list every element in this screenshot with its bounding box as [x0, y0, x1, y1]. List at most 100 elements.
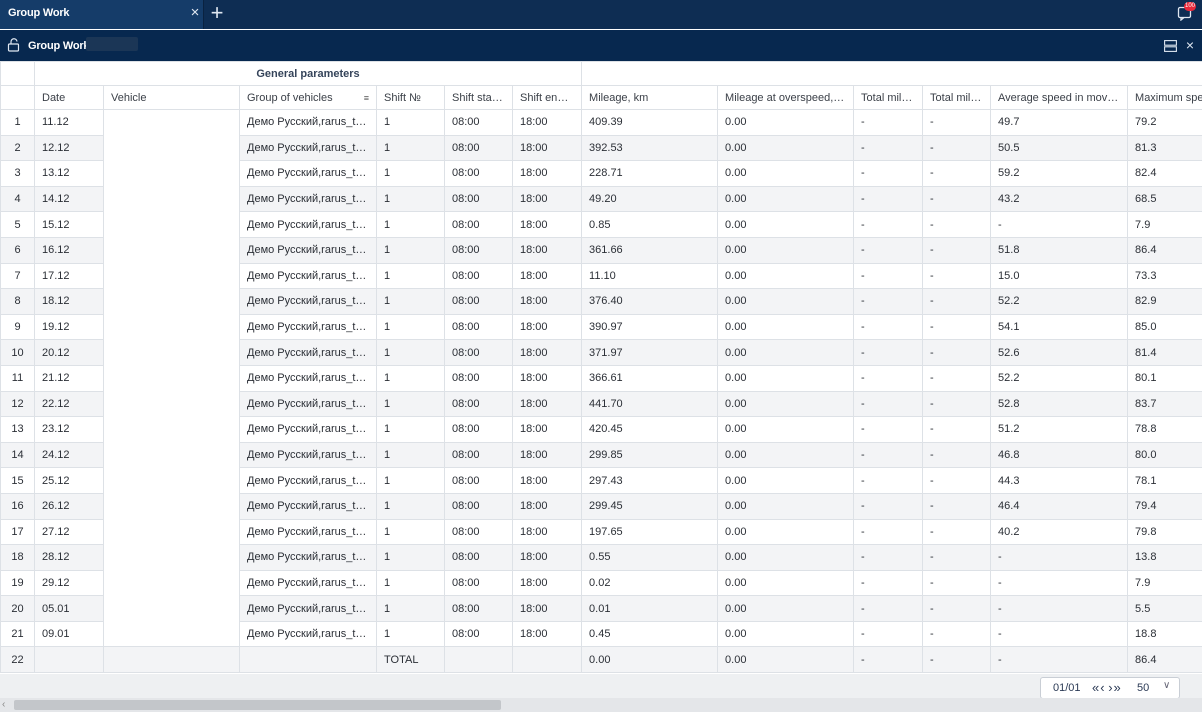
group-header-blank	[0, 61, 35, 86]
add-tab-icon[interactable]: +	[207, 2, 227, 25]
shift-cell: 1	[376, 569, 445, 597]
column-header-shift-end[interactable]: Shift end t...	[511, 85, 583, 110]
shift-end-cell: 18:00	[511, 492, 583, 520]
overspeed-cell: 0.00	[717, 109, 855, 136]
shift-cell: 1	[376, 211, 445, 238]
total-mileage-2-cell: -	[922, 467, 992, 494]
shift-cell: 1	[376, 262, 445, 290]
mileage-cell: 420.45	[581, 416, 719, 443]
total-mileage-1-cell: -	[853, 339, 924, 366]
column-header-shift-start[interactable]: Shift start...	[444, 85, 513, 110]
next-page-icon[interactable]: ›	[1107, 680, 1112, 695]
shift-cell: 1	[376, 620, 445, 648]
group-cell: Демо Русский,rarus_test	[239, 416, 377, 443]
shift-start-cell	[444, 646, 513, 674]
scrollbar-thumb[interactable]	[14, 700, 501, 710]
shift-start-cell: 08:00	[444, 467, 513, 494]
shift-end-cell: 18:00	[511, 339, 583, 366]
tab-group-work[interactable]: Group Work ×	[0, 0, 204, 29]
maximum-speed-cell: 80.0	[1127, 441, 1202, 469]
prev-page-icon[interactable]: ‹	[1099, 680, 1104, 695]
total-mileage-1-cell: -	[853, 160, 924, 187]
column-header-total-mileage-2[interactable]: Total mile...	[922, 85, 992, 110]
first-page-icon[interactable]: «	[1091, 680, 1099, 695]
mileage-cell: 0.45	[581, 620, 719, 648]
column-header-total-mileage-1[interactable]: Total mile...	[853, 85, 924, 110]
shift-end-cell: 18:00	[511, 160, 583, 187]
column-header-vehicle[interactable]: Vehicle	[103, 85, 240, 110]
maximum-speed-cell: 81.4	[1127, 339, 1202, 366]
maximum-speed-cell: 81.3	[1127, 134, 1202, 162]
average-speed-cell: 52.8	[990, 390, 1129, 418]
pagination: 01/01 «‹ ›» 50 ∨	[1040, 677, 1180, 699]
average-speed-cell: 46.8	[990, 441, 1129, 469]
row-number: 3	[0, 160, 35, 187]
total-mileage-2-cell: -	[922, 595, 992, 622]
maximum-speed-cell: 5.5	[1127, 595, 1202, 622]
column-header-average-speed[interactable]: Average speed in movem...	[990, 85, 1129, 110]
shift-cell: 1	[376, 134, 445, 162]
column-header-mileage-overspeed[interactable]: Mileage at overspeed, km	[717, 85, 855, 110]
group-cell: Демо Русский,rarus_test	[239, 544, 377, 571]
table-row[interactable]: 1 11.12 Демо Русский,rarus_test 1 08:00 18:00…	[0, 108, 1202, 648]
column-header-date[interactable]: Date	[34, 85, 104, 110]
shift-cell: 1	[376, 236, 445, 264]
shift-start-cell: 08:00	[444, 160, 513, 187]
notifications-button[interactable]: 100	[1177, 2, 1197, 22]
shift-end-cell: 18:00	[511, 467, 583, 494]
scroll-left-icon[interactable]: ‹	[2, 699, 5, 710]
row-number: 10	[0, 339, 35, 366]
row-number: 4	[0, 185, 35, 213]
shift-start-cell: 08:00	[444, 518, 513, 546]
mileage-cell: 441.70	[581, 390, 719, 418]
horizontal-scrollbar[interactable]: ‹	[0, 698, 1202, 712]
column-header-shift-number[interactable]: Shift №	[376, 85, 445, 110]
mileage-cell: 11.10	[581, 262, 719, 290]
total-mileage-2-cell: -	[922, 569, 992, 597]
sort-icon[interactable]: ≡	[364, 93, 369, 103]
last-page-icon[interactable]: »	[1113, 680, 1121, 695]
layout-toggle-icon[interactable]	[1164, 40, 1177, 52]
chevron-down-icon[interactable]: ∨	[1163, 680, 1170, 691]
page-size-value[interactable]: 50	[1137, 682, 1149, 694]
row-number: 13	[0, 416, 35, 443]
total-mileage-1-cell: -	[853, 595, 924, 622]
group-header-blank-right	[581, 61, 1202, 86]
group-cell	[239, 646, 377, 674]
mileage-cell: 409.39	[581, 109, 719, 136]
column-header-mileage[interactable]: Mileage, km	[581, 85, 719, 110]
mileage-cell: 0.85	[581, 211, 719, 238]
table-row[interactable]: 22 TOTAL 0.00 0.00- - -86.4	[0, 646, 1202, 674]
maximum-speed-cell: 79.2	[1127, 109, 1202, 136]
overspeed-cell: 0.00	[717, 262, 855, 290]
shift-end-cell: 18:00	[511, 288, 583, 315]
row-number: 22	[0, 646, 35, 674]
shift-cell: 1	[376, 544, 445, 571]
total-mileage-1-cell: -	[853, 492, 924, 520]
total-mileage-1-cell: -	[853, 544, 924, 571]
unlock-icon[interactable]	[7, 38, 21, 52]
group-cell: Демо Русский,rarus_test	[239, 364, 377, 392]
total-mileage-1-cell: -	[853, 364, 924, 392]
average-speed-cell: -	[990, 595, 1129, 622]
shift-end-cell: 18:00	[511, 134, 583, 162]
shift-start-cell: 08:00	[444, 185, 513, 213]
row-number: 15	[0, 467, 35, 494]
tab-close-icon[interactable]: ×	[188, 4, 202, 22]
average-speed-cell: -	[990, 620, 1129, 648]
vehicle-cell	[103, 646, 240, 674]
column-header-group-of-vehicles[interactable]: Group of vehicles ≡	[239, 85, 377, 110]
total-mileage-2-cell: -	[922, 262, 992, 290]
row-number: 6	[0, 236, 35, 264]
average-speed-cell: -	[990, 646, 1129, 674]
panel-close-icon[interactable]: ×	[1183, 36, 1197, 54]
group-cell: Демо Русский,rarus_test	[239, 569, 377, 597]
column-header-maximum-speed[interactable]: Maximum spee	[1127, 85, 1202, 110]
shift-start-cell: 08:00	[444, 620, 513, 648]
maximum-speed-cell: 79.8	[1127, 518, 1202, 546]
group-cell: Демо Русский,rarus_test	[239, 518, 377, 546]
group-cell: Демо Русский,rarus_test	[239, 390, 377, 418]
row-number: 19	[0, 569, 35, 597]
total-mileage-1-cell: -	[853, 416, 924, 443]
shift-cell: 1	[376, 288, 445, 315]
